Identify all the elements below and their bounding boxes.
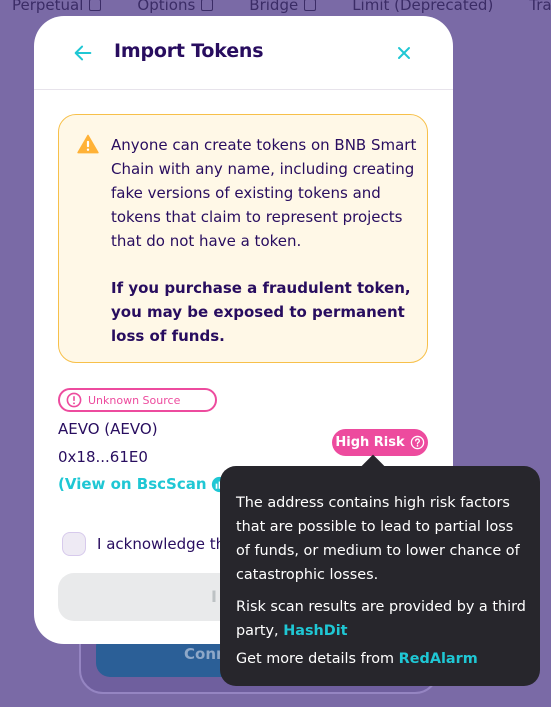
high-risk-badge[interactable]: High Risk: [332, 429, 428, 456]
source-badge-label: Unknown Source: [88, 393, 181, 407]
tooltip-main-text: The address contains high risk factors t…: [236, 495, 520, 583]
external-link-icon: [304, 0, 317, 11]
nav-item-bridge[interactable]: Bridge: [249, 0, 317, 14]
modal-header: Import Tokens: [34, 16, 453, 90]
warning-message: Anyone can create tokens on BNB Smart Ch…: [58, 114, 428, 363]
unknown-source-badge: Unknown Source: [58, 388, 217, 412]
redalarm-link[interactable]: RedAlarm: [399, 651, 478, 667]
view-link-label: (View on BscScan: [58, 475, 207, 493]
tooltip-provider-text: Risk scan results are provided by a thir…: [236, 599, 526, 639]
risk-label: High Risk: [335, 435, 405, 450]
nav-item-trading[interactable]: Trading: [529, 0, 551, 14]
token-name: AEVO (AEVO): [58, 420, 158, 438]
help-icon: [410, 435, 424, 450]
tooltip-details-line: Get more details from RedAlarm: [236, 647, 526, 671]
external-link-icon: [201, 0, 214, 11]
tooltip-details-text: Get more details from: [236, 651, 395, 667]
view-on-bscscan-link[interactable]: (View on BscScan ): [58, 475, 238, 493]
modal-title: Import Tokens: [114, 40, 264, 62]
risk-tooltip: The address contains high risk factors t…: [220, 466, 540, 686]
hashdit-link[interactable]: HashDit: [283, 623, 347, 639]
token-address: 0x18...61E0: [58, 448, 148, 466]
top-navigation: Perpetual Options Bridge Limit (Deprecat…: [0, 0, 551, 14]
external-link-icon: [89, 0, 102, 11]
tooltip-provider-line: Risk scan results are provided by a thir…: [236, 595, 526, 643]
acknowledge-checkbox[interactable]: [62, 532, 86, 556]
nav-item-options[interactable]: Options: [137, 0, 214, 14]
warning-strong-text: If you purchase a fraudulent token, you …: [111, 279, 411, 345]
warning-text: Anyone can create tokens on BNB Smart Ch…: [111, 136, 417, 250]
warning-icon: [77, 134, 99, 154]
arrow-left-icon[interactable]: [72, 42, 94, 64]
nav-item-perpetual[interactable]: Perpetual: [12, 0, 102, 14]
nav-item-limit[interactable]: Limit (Deprecated): [352, 0, 493, 14]
close-icon[interactable]: [394, 43, 414, 63]
alert-circle-icon: [66, 392, 82, 408]
acknowledge-label: I acknowledge the: [97, 535, 235, 553]
